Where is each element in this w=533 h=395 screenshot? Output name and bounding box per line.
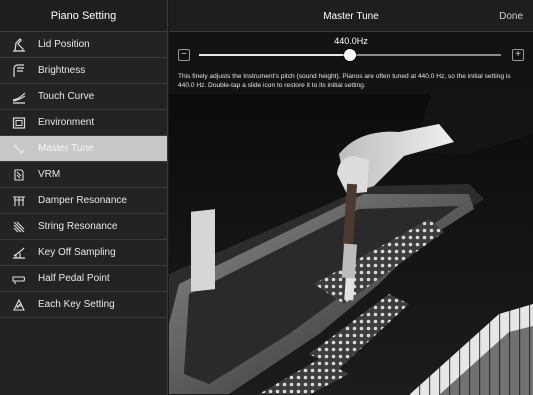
sidebar-item-master-tune[interactable]: Master Tune: [0, 136, 167, 162]
sidebar-item-key-off-sampling[interactable]: Key Off Sampling: [0, 240, 167, 266]
key-off-sampling-icon: [0, 240, 38, 266]
sidebar-item-half-pedal-point[interactable]: Half Pedal Point: [0, 266, 167, 292]
sidebar-item-label: Lid Position: [38, 39, 90, 50]
string-resonance-icon: [0, 214, 38, 240]
sidebar-item-label: Environment: [38, 117, 95, 128]
sidebar: Piano Setting Lid Position Brightness To…: [0, 0, 168, 395]
damper-resonance-icon: [0, 188, 38, 214]
sidebar-item-label: Brightness: [38, 65, 86, 76]
brightness-icon: [0, 58, 38, 84]
touch-curve-icon: [0, 84, 38, 110]
sidebar-item-environment[interactable]: Environment: [0, 110, 167, 136]
sidebar-item-damper-resonance[interactable]: Damper Resonance: [0, 188, 167, 214]
vrm-icon: [0, 162, 38, 188]
done-button[interactable]: Done: [499, 0, 523, 32]
half-pedal-icon: [0, 266, 38, 292]
lid-icon: [0, 32, 38, 58]
main-panel: Master Tune Done 440.0Hz − + This finely…: [169, 0, 533, 395]
slider-fill: [199, 54, 350, 56]
sidebar-item-label: Each Key Setting: [38, 299, 115, 310]
sidebar-item-vrm[interactable]: VRM: [0, 162, 167, 188]
sidebar-item-brightness[interactable]: Brightness: [0, 58, 167, 84]
increment-button[interactable]: +: [512, 49, 524, 61]
sidebar-item-label: Half Pedal Point: [38, 273, 110, 284]
sidebar-item-each-key-setting[interactable]: Each Key Setting: [0, 292, 167, 318]
sidebar-item-label: Key Off Sampling: [38, 247, 116, 258]
piano-tuning-photo: [169, 94, 533, 395]
environment-icon: [0, 110, 38, 136]
sidebar-item-label: Damper Resonance: [38, 195, 127, 206]
sidebar-item-label: VRM: [38, 169, 61, 180]
sidebar-item-label: String Resonance: [38, 221, 118, 232]
sidebar-item-label: Master Tune: [38, 143, 94, 154]
tune-slider[interactable]: [199, 49, 501, 61]
sidebar-item-string-resonance[interactable]: String Resonance: [0, 214, 167, 240]
decrement-button[interactable]: −: [178, 49, 190, 61]
sidebar-title: Piano Setting: [0, 0, 167, 32]
slider-thumb[interactable]: [344, 49, 356, 61]
tune-description: This finely adjusts the Instrument's pit…: [178, 73, 511, 89]
tune-value-label: 440.0Hz: [334, 36, 368, 46]
sidebar-item-lid-position[interactable]: Lid Position: [0, 32, 167, 58]
navigation-bar: Master Tune Done: [169, 0, 533, 32]
tuning-hammer-icon: [0, 136, 38, 162]
each-key-icon: [0, 292, 38, 318]
master-tune-panel: 440.0Hz − + This finely adjusts the Inst…: [169, 32, 533, 94]
sidebar-item-label: Touch Curve: [38, 91, 95, 102]
page-title: Master Tune: [323, 10, 379, 22]
sidebar-item-touch-curve[interactable]: Touch Curve: [0, 84, 167, 110]
